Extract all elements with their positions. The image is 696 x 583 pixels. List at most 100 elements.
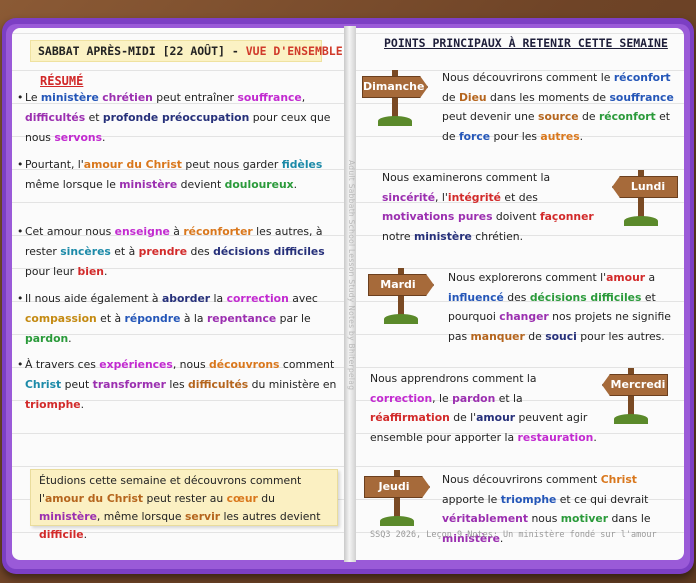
summary-bullet: • Il nous aide également à aborder la cor…	[17, 289, 341, 349]
text-segment: .	[293, 178, 298, 191]
section-heading: RÉSUMÉ	[40, 74, 84, 88]
text-segment: .	[83, 528, 88, 541]
signpost-lundi: Lundi	[608, 170, 678, 228]
keyword: réconfort	[613, 71, 671, 84]
text-segment: par le	[276, 312, 311, 325]
text-segment: , nous	[172, 358, 210, 371]
keyword: triomphe	[25, 398, 81, 411]
bullet-dot: •	[17, 91, 24, 104]
day-text-lundi: Nous examinerons comment la sincérité, l…	[382, 168, 607, 246]
text-segment: Nous examinerons comment la	[382, 171, 551, 184]
keyword: décisions difficiles	[213, 245, 325, 258]
keyword: profonde préoccupation	[102, 111, 250, 124]
keyword: expériences	[99, 358, 173, 371]
keyword: restauration	[517, 430, 594, 444]
title-accent: VUE D'ENSEMBLE	[245, 44, 343, 58]
day-label: Dimanche	[362, 76, 428, 98]
text-segment: les autres devient	[220, 510, 321, 523]
text-segment: avec	[288, 292, 318, 305]
text-segment: pour leur	[25, 265, 78, 278]
text-segment: dans les moments de	[486, 90, 610, 104]
text-segment: de	[442, 90, 459, 104]
keyword: pardon	[452, 391, 496, 405]
study-note-text: Étudions cette semaine et découvrons com…	[39, 472, 339, 544]
text-segment: peut entraîner	[152, 91, 238, 104]
keyword: Christ	[600, 473, 637, 486]
signpost-dimanche: Dimanche	[362, 70, 432, 128]
bullet-dot: •	[17, 292, 24, 305]
keyword: motivations pures	[382, 210, 493, 223]
text-segment: et	[85, 111, 103, 124]
keyword: sincérité	[382, 190, 436, 204]
text-segment: .	[80, 398, 85, 411]
text-segment: .	[593, 430, 597, 444]
keyword: repentance	[206, 312, 277, 325]
bullet-dot: •	[17, 158, 24, 171]
text-segment: Il nous aide également à	[25, 292, 162, 305]
grass-icon	[624, 216, 658, 226]
keyword: véritablement	[442, 512, 529, 525]
text-segment: a	[645, 271, 656, 284]
grass-icon	[378, 116, 412, 126]
text-segment: peut	[61, 378, 93, 391]
keyword: triomphe	[500, 492, 557, 506]
keyword: servir	[184, 510, 221, 523]
text-segment: et la	[495, 391, 523, 405]
keyword: influencé	[448, 290, 504, 304]
bullet-text: Pourtant, l'amour du Christ peut nous ga…	[17, 155, 341, 195]
text-segment: doivent	[492, 210, 540, 223]
day-label: Mercredi	[602, 374, 668, 396]
keyword: cœur	[226, 492, 258, 505]
keyword: façonner	[539, 210, 594, 223]
text-segment: chrétien.	[471, 229, 524, 243]
text-segment: et à	[110, 245, 139, 258]
text-segment: , même lorsque	[96, 510, 185, 523]
text-segment: pour les	[490, 129, 541, 143]
text-segment: Nous apprendrons comment la	[370, 372, 537, 385]
text-segment: .	[68, 332, 72, 345]
keyword: amour du Christ	[83, 158, 182, 171]
bullet-text: Le ministère chrétien peut entraîner sou…	[17, 88, 341, 148]
keyword: souci	[545, 329, 577, 343]
day-label: Lundi	[612, 176, 678, 198]
signpost-mardi: Mardi	[368, 268, 438, 326]
keyword: découvrons	[209, 358, 280, 371]
text-segment: Cet amour nous	[25, 225, 115, 238]
keyword: changer	[499, 310, 549, 323]
text-segment: Nous découvrirons comment le	[442, 71, 614, 84]
text-segment: à la	[180, 312, 207, 325]
day-label: Mardi	[368, 274, 434, 296]
keyword: compassion	[25, 312, 97, 325]
text-segment: peut nous garder	[181, 158, 282, 171]
keyword: douloureux	[224, 178, 294, 191]
keyword: force	[458, 129, 491, 143]
signpost-jeudi: Jeudi	[364, 470, 434, 528]
text-segment: et à	[96, 312, 125, 325]
keyword: souffrance	[609, 90, 674, 104]
spine-watermark: Adult Sabbath School Lesson Study Notes …	[347, 160, 356, 391]
keyword: enseigne	[114, 225, 170, 238]
grass-icon	[614, 414, 648, 424]
text-segment: comment	[279, 358, 335, 371]
page-footer: SSQ3 2026, Leçon 9 Notes: Un ministère f…	[370, 530, 657, 540]
keyword: aborder	[161, 292, 211, 305]
text-segment: du ministère en	[248, 378, 337, 391]
grass-icon	[384, 314, 418, 324]
bullet-text: Cet amour nous enseigne à réconforter le…	[17, 222, 341, 282]
text-segment: et ce qui devrait	[556, 492, 649, 506]
text-segment: et des	[501, 190, 538, 204]
keyword: ministère	[119, 178, 178, 191]
key-points-title: POINTS PRINCIPAUX À RETENIR CETTE SEMAIN…	[384, 36, 668, 50]
text-segment: peut devenir une	[442, 110, 539, 123]
keyword: réaffirmation	[370, 411, 450, 424]
text-segment: , l'	[435, 190, 448, 204]
text-segment: des	[187, 245, 214, 258]
text-segment: peut rester au	[143, 492, 227, 505]
keyword: amour	[476, 411, 516, 424]
keyword: chrétien	[102, 91, 153, 104]
keyword: fidèles	[281, 158, 323, 171]
keyword: servons	[54, 131, 103, 144]
keyword: difficultés	[25, 111, 86, 124]
day-text-mercredi: Nous apprendrons comment la correction, …	[370, 369, 598, 447]
keyword: intégrité	[447, 190, 501, 204]
